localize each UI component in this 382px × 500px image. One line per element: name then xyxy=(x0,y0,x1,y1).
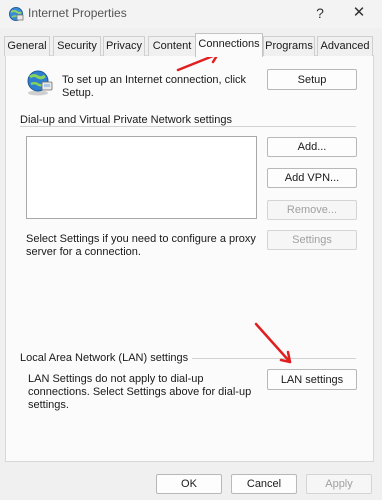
tab-connections[interactable]: Connections xyxy=(195,33,263,57)
tab-security[interactable]: Security xyxy=(53,36,101,56)
remove-button[interactable]: Remove... xyxy=(267,200,357,220)
lan-description: LAN Settings do not apply to dial-up con… xyxy=(28,373,252,411)
dialup-divider xyxy=(20,126,356,127)
proxy-description: Select Settings if you need to configure… xyxy=(26,233,256,258)
cancel-button[interactable]: Cancel xyxy=(231,474,297,494)
network-globe-icon xyxy=(27,70,53,96)
lan-heading: Local Area Network (LAN) settings xyxy=(20,352,193,364)
tab-privacy[interactable]: Privacy xyxy=(103,36,145,56)
ok-button[interactable]: OK xyxy=(156,474,222,494)
tab-general[interactable]: General xyxy=(4,36,50,56)
tab-content[interactable]: Content xyxy=(148,36,196,56)
close-button[interactable]: ✕ xyxy=(344,2,374,24)
lan-settings-button[interactable]: LAN settings xyxy=(267,369,357,390)
help-button[interactable]: ? xyxy=(308,2,332,24)
apply-button[interactable]: Apply xyxy=(306,474,372,494)
connections-listbox[interactable] xyxy=(26,136,257,219)
tab-advanced[interactable]: Advanced xyxy=(317,36,373,56)
internet-options-icon xyxy=(9,7,24,21)
dialup-heading: Dial-up and Virtual Private Network sett… xyxy=(20,114,236,126)
setup-description: To set up an Internet connection, click … xyxy=(62,74,247,99)
add-button[interactable]: Add... xyxy=(267,137,357,157)
dialup-settings-button[interactable]: Settings xyxy=(267,230,357,250)
title-bar: Internet Properties ? ✕ xyxy=(0,0,382,28)
window-title: Internet Properties xyxy=(28,6,127,20)
add-vpn-button[interactable]: Add VPN... xyxy=(267,168,357,188)
tab-programs[interactable]: Programs xyxy=(263,36,315,56)
setup-button[interactable]: Setup xyxy=(267,69,357,90)
